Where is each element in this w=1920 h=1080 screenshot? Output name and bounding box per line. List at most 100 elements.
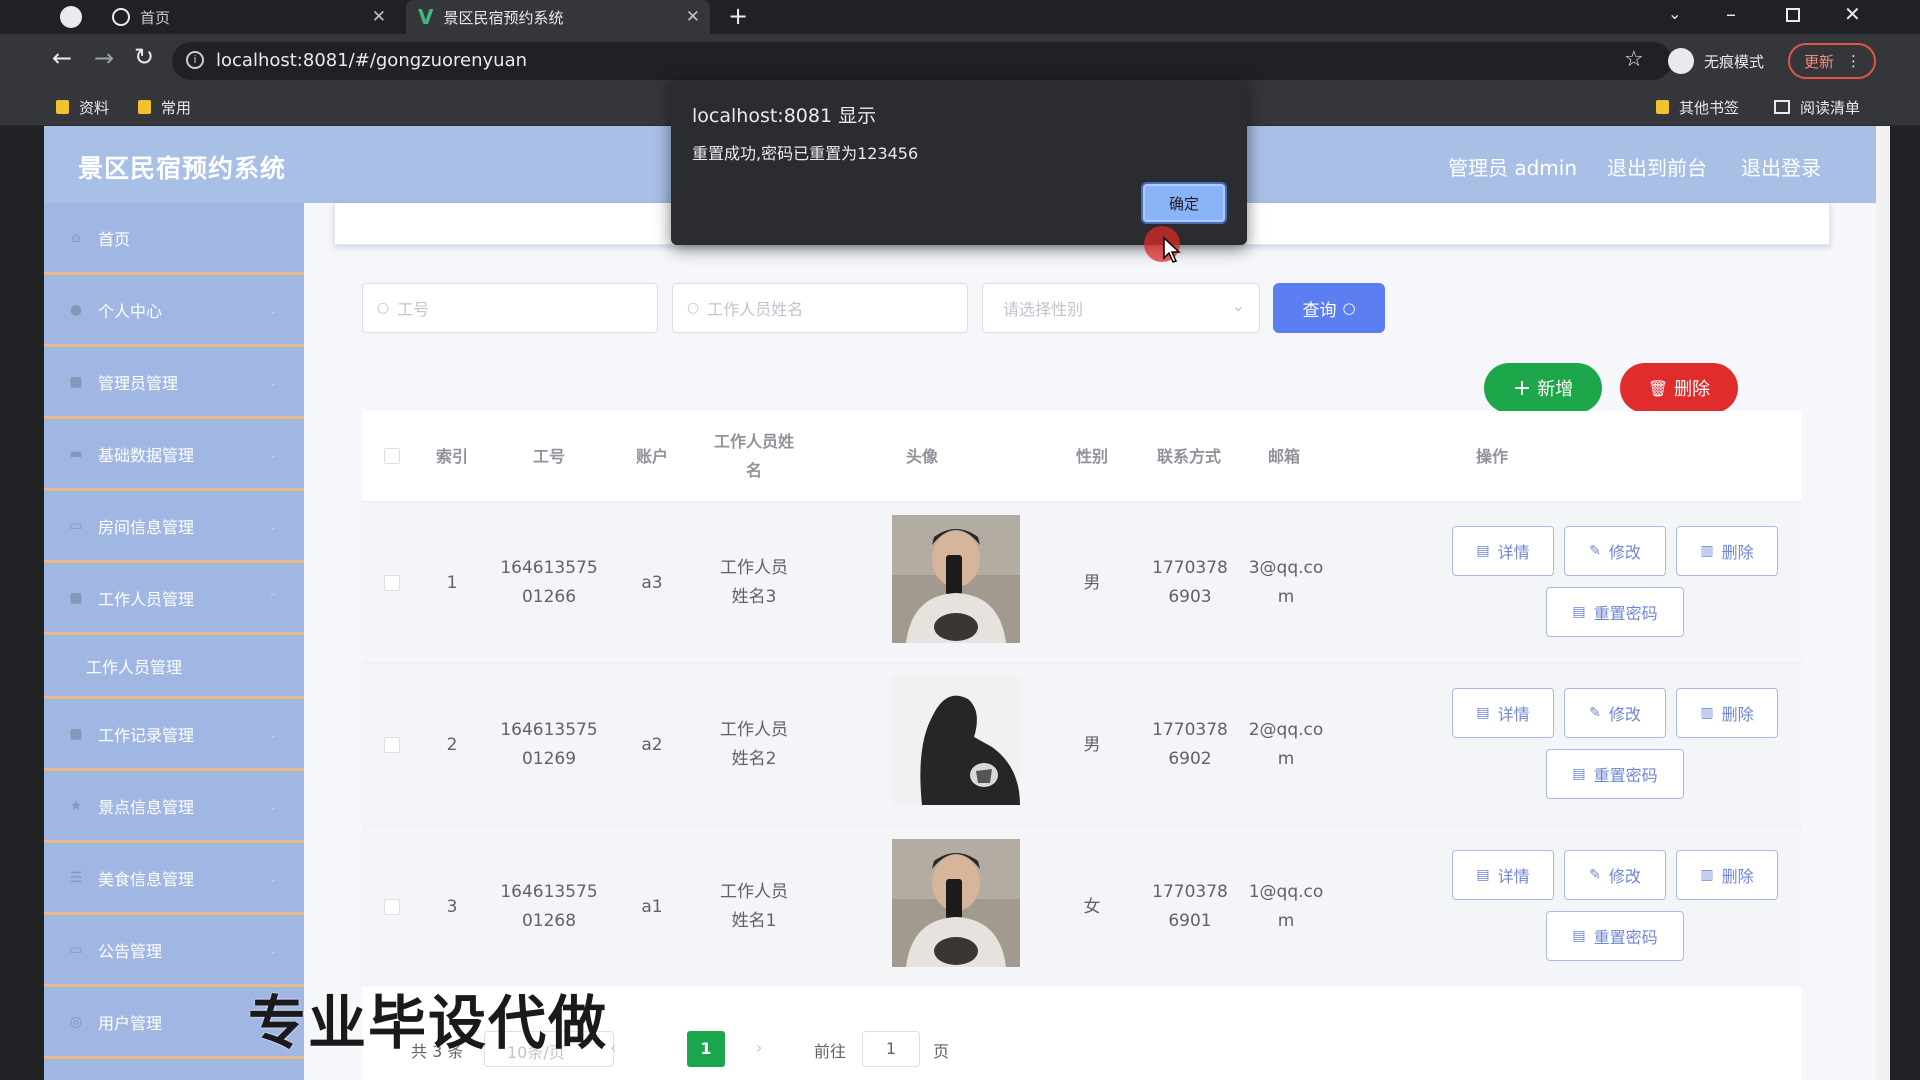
avatar	[892, 839, 1020, 967]
row-checkbox[interactable]	[384, 575, 400, 591]
batch-delete-button[interactable]: 🗑 删除	[1620, 363, 1738, 413]
sidebar-item-scenic[interactable]: ★ 景点信息管理 ⌄	[44, 771, 304, 843]
sidebar-item-room[interactable]: ▭ 房间信息管理 ⌄	[44, 491, 304, 563]
trash-icon: ▥	[1700, 867, 1714, 883]
dialog-title: localhost:8081 显示	[692, 105, 877, 127]
logout-link[interactable]: 退出登录	[1741, 152, 1821, 181]
staff-name-input[interactable]: ○ 工作人员姓名	[672, 283, 968, 333]
chevron-down-icon: ⌄	[267, 303, 278, 317]
bookmark-folder[interactable]: 资料	[56, 88, 109, 126]
gender-placeholder: 请选择性别	[1003, 300, 1084, 319]
page-number-active[interactable]: 1	[687, 1031, 725, 1067]
delete-button[interactable]: ▥ 删除	[1676, 850, 1778, 900]
bookmark-folder[interactable]: 常用	[138, 88, 191, 126]
sidebar-item-workrecord[interactable]: ■ 工作记录管理 ⌄	[44, 699, 304, 771]
edit-button[interactable]: ✎ 修改	[1564, 850, 1666, 900]
delete-button[interactable]: ▥ 删除	[1676, 688, 1778, 738]
browser-menu-icon[interactable]	[60, 6, 82, 28]
row-checkbox[interactable]	[384, 737, 400, 753]
new-tab-icon[interactable]: +	[728, 2, 748, 30]
chevron-down-icon: ⌄	[267, 519, 278, 533]
window-close-icon[interactable]: ✕	[1844, 2, 1861, 26]
user-icon: ●	[69, 301, 83, 318]
detail-button[interactable]: ▤ 详情	[1452, 688, 1554, 738]
back-icon[interactable]: ←	[52, 44, 72, 72]
table-row: 2 16461357501269 a2 工作人员姓名2 男 1770378690…	[362, 663, 1802, 825]
row-phone: 17703786903	[1152, 558, 1228, 607]
reload-icon[interactable]: ↻	[134, 43, 154, 71]
sidebar-item-admin[interactable]: ■ 管理员管理 ⌄	[44, 347, 304, 419]
dialog-ok-button[interactable]: 确定	[1143, 184, 1225, 222]
sidebar-item-staff[interactable]: ■ 工作人员管理 ⌃	[44, 563, 304, 635]
folder-icon	[56, 100, 69, 114]
reset-password-button[interactable]: ▤ 重置密码	[1546, 749, 1684, 799]
edit-button[interactable]: ✎ 修改	[1564, 688, 1666, 738]
record-icon: ■	[69, 725, 83, 742]
row-gender: 女	[1083, 896, 1101, 917]
search-icon: ○	[377, 300, 390, 316]
sidebar-item-food[interactable]: ☰ 美食信息管理 ⌄	[44, 843, 304, 915]
row-staff-id: 16461357501266	[500, 558, 598, 607]
restore-icon[interactable]	[1786, 8, 1800, 22]
tab-app[interactable]: V 景区民宿预约系统 ✕	[406, 0, 710, 34]
row-gender: 男	[1083, 572, 1101, 593]
page-scrollbar[interactable]	[1876, 126, 1890, 1080]
edit-button[interactable]: ✎ 修改	[1564, 526, 1666, 576]
goto-page-input[interactable]: 1	[862, 1031, 920, 1067]
vue-logo-icon: V	[418, 5, 434, 29]
url-field[interactable]: i localhost:8081/#/gongzuorenyuan ☆	[172, 42, 1672, 80]
food-icon: ☰	[69, 869, 83, 886]
folder-icon	[1656, 100, 1669, 114]
staff-id-input[interactable]: ○ 工号	[362, 283, 658, 333]
app-page: 景区民宿预约系统 管理员 admin 退出到前台 退出登录 ⌂ 首页 ● 个人中心 ⌄…	[44, 126, 1876, 1080]
row-account: a2	[641, 734, 663, 755]
column-header: 性别	[1075, 446, 1108, 466]
row-checkbox[interactable]	[384, 899, 400, 915]
url-text: localhost:8081/#/gongzuorenyuan	[216, 50, 528, 71]
sidebar-item-profile[interactable]: ● 个人中心 ⌄	[44, 275, 304, 347]
front-link[interactable]: 退出到前台	[1607, 152, 1707, 181]
add-button[interactable]: + 新增	[1484, 363, 1602, 413]
detail-button[interactable]: ▤ 详情	[1452, 850, 1554, 900]
close-icon[interactable]: ✕	[686, 7, 700, 27]
bookmark-folder[interactable]: 其他书签	[1656, 88, 1739, 126]
detail-button[interactable]: ▤ 详情	[1452, 526, 1554, 576]
info-icon[interactable]: i	[186, 51, 204, 69]
chevron-down-icon: ⌄	[267, 375, 278, 389]
incognito-badge[interactable]: 无痕模式	[1668, 44, 1764, 78]
tab-search-icon[interactable]: ⌄	[1668, 4, 1681, 23]
sidebar-item-basedata[interactable]: ▬ 基础数据管理 ⌄	[44, 419, 304, 491]
reset-password-button[interactable]: ▤ 重置密码	[1546, 911, 1684, 961]
reading-list[interactable]: 阅读清单	[1774, 88, 1860, 126]
incognito-icon	[1668, 48, 1694, 74]
gender-select[interactable]: 请选择性别 ⌄	[982, 283, 1260, 333]
chevron-down-icon: ⌄	[267, 799, 278, 813]
search-icon: ○	[687, 300, 700, 316]
select-all-checkbox[interactable]	[384, 448, 400, 464]
prev-page-icon[interactable]: ‹	[610, 1038, 616, 1057]
edit-icon: ✎	[1589, 867, 1601, 883]
document-icon: ▤	[1572, 766, 1586, 782]
minimize-icon[interactable]: –	[1726, 2, 1736, 26]
edit-icon: ✎	[1589, 705, 1601, 721]
delete-button[interactable]: ▥ 删除	[1676, 526, 1778, 576]
sidebar-subitem-staff[interactable]: 工作人员管理	[44, 635, 304, 699]
users-icon: ◎	[69, 1013, 83, 1030]
query-button[interactable]: 查询 ○	[1273, 283, 1385, 333]
forward-icon[interactable]: →	[94, 44, 114, 72]
sidebar-item-home[interactable]: ⌂ 首页	[44, 203, 304, 275]
star-icon[interactable]: ☆	[1624, 47, 1644, 72]
more-icon[interactable]: ⋮	[1846, 52, 1861, 70]
globe-icon	[112, 8, 130, 26]
tab-home[interactable]: 首页 ✕	[96, 0, 396, 34]
reset-password-button[interactable]: ▤ 重置密码	[1546, 587, 1684, 637]
update-button[interactable]: 更新 ⋮	[1788, 43, 1876, 79]
column-header: 索引	[435, 446, 468, 466]
admin-icon: ■	[69, 373, 83, 390]
close-icon[interactable]: ✕	[372, 7, 386, 27]
row-account: a3	[641, 572, 663, 593]
next-page-icon[interactable]: ›	[756, 1038, 762, 1057]
row-account: a1	[641, 896, 663, 917]
data-icon: ▬	[69, 445, 83, 462]
chevron-down-icon: ⌄	[267, 871, 278, 885]
